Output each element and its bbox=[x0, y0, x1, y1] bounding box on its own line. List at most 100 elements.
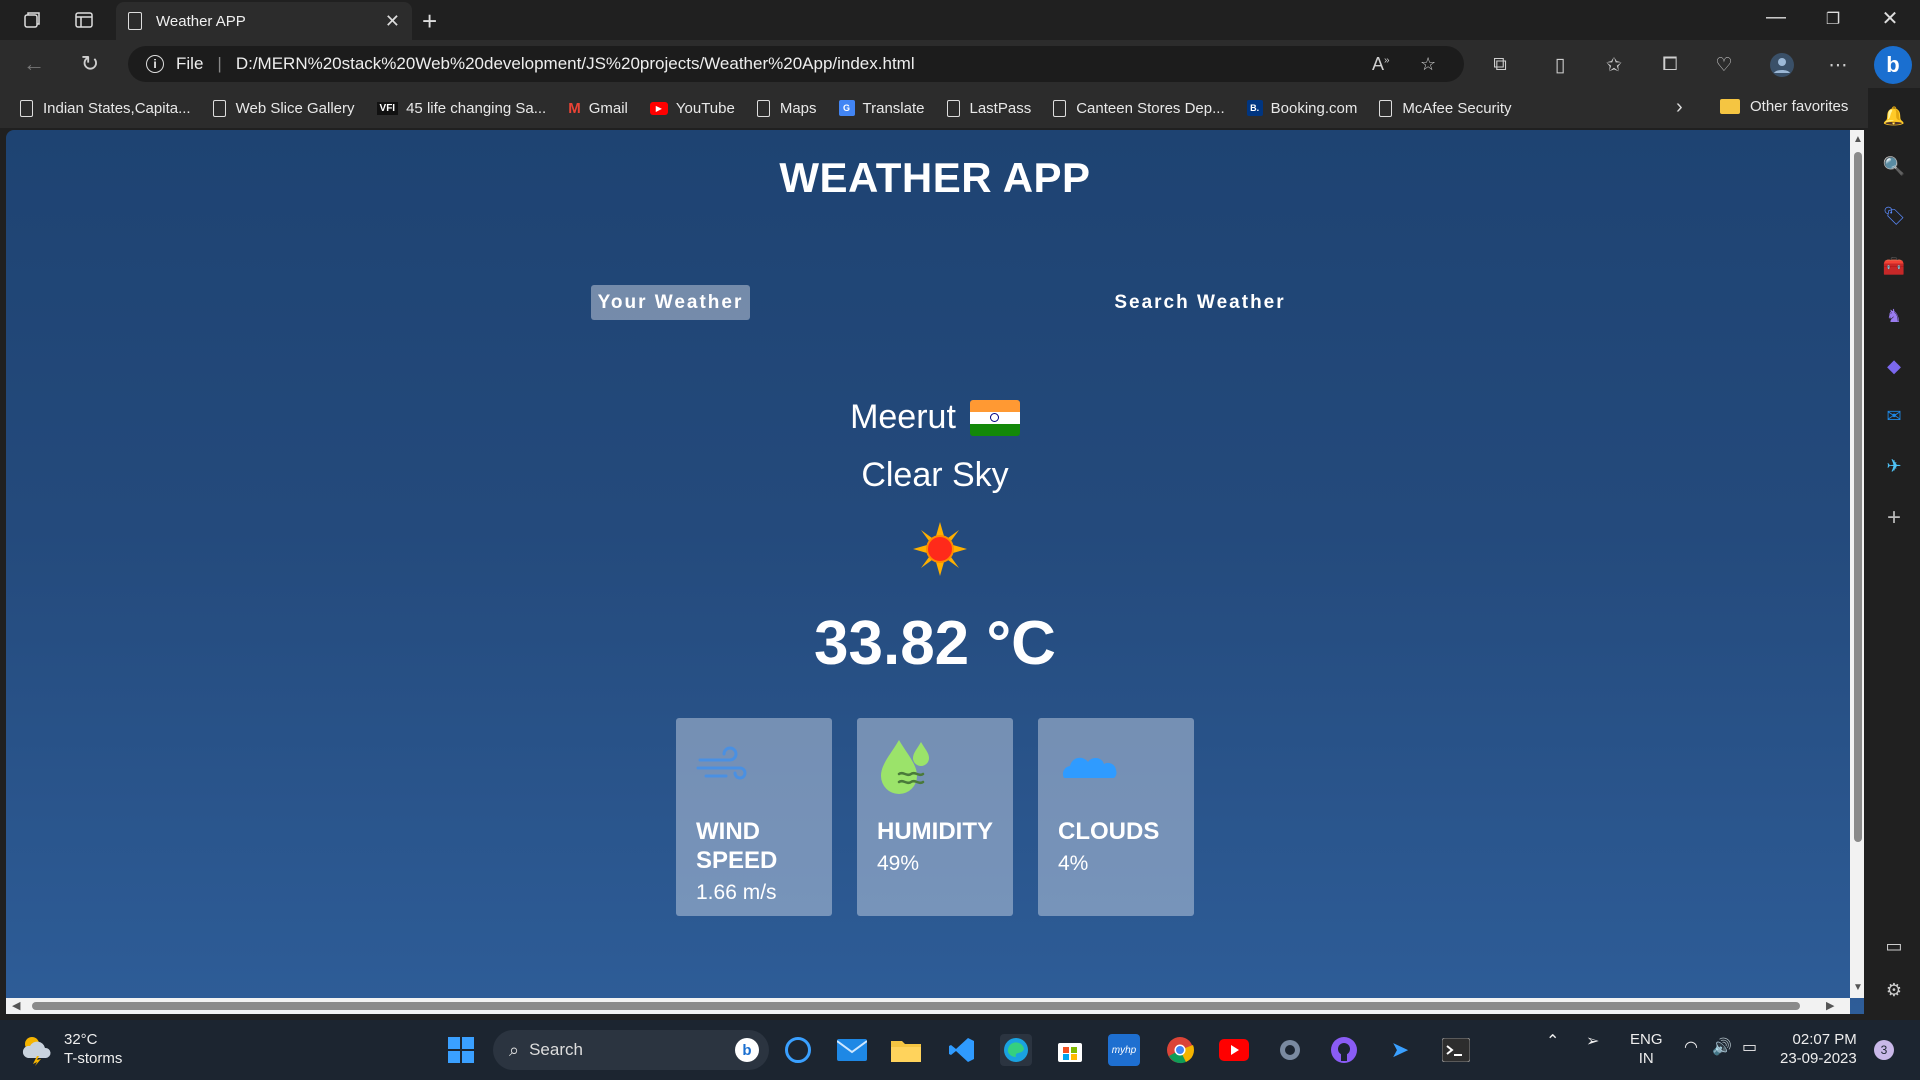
close-window-button[interactable]: ✕ bbox=[1870, 6, 1910, 31]
browser-tab[interactable]: Weather APP ✕ bbox=[116, 2, 412, 40]
chevron-right-icon[interactable]: › bbox=[1676, 96, 1683, 119]
notification-badge[interactable]: 3 bbox=[1874, 1040, 1894, 1060]
close-tab-icon[interactable]: ✕ bbox=[385, 11, 400, 32]
edge-icon[interactable] bbox=[1000, 1034, 1032, 1066]
bing-copilot-button[interactable]: b bbox=[1874, 46, 1912, 84]
tab-your-weather[interactable]: Your Weather bbox=[591, 285, 750, 320]
mail-icon[interactable] bbox=[836, 1034, 868, 1066]
favorite-item[interactable]: LastPass bbox=[946, 99, 1032, 117]
favorite-item[interactable]: Indian States,Capita... bbox=[20, 99, 191, 117]
read-aloud-icon[interactable]: A» bbox=[1372, 54, 1390, 75]
drop-icon[interactable]: ✈ bbox=[1882, 454, 1906, 478]
clouds-value: 4% bbox=[1058, 852, 1089, 875]
hide-sidebar-icon[interactable]: ▭ bbox=[1882, 934, 1906, 958]
clock[interactable]: 02:07 PM 23-09-2023 bbox=[1780, 1030, 1857, 1068]
back-arrow-icon[interactable]: ← bbox=[20, 50, 48, 78]
favorites-icon[interactable]: ✩ bbox=[1600, 51, 1628, 79]
myhp-icon[interactable]: myhp bbox=[1108, 1034, 1140, 1066]
vfi-logo-icon: VFI bbox=[376, 101, 399, 115]
more-options-icon[interactable]: ⋯ bbox=[1824, 51, 1852, 79]
flutter-icon[interactable]: ➤ bbox=[1384, 1034, 1416, 1066]
outlook-icon[interactable]: ✉ bbox=[1882, 404, 1906, 428]
favorite-item[interactable]: Maps bbox=[756, 99, 817, 117]
minimize-button[interactable]: — bbox=[1756, 6, 1796, 29]
location-icon[interactable]: ➢ bbox=[1586, 1032, 1599, 1051]
favorite-label: Translate bbox=[862, 99, 925, 117]
favorite-label: Maps bbox=[779, 99, 817, 117]
favorite-item[interactable]: B. Booking.com bbox=[1246, 100, 1357, 117]
info-icon[interactable]: i bbox=[146, 55, 164, 73]
youtube-app-icon[interactable] bbox=[1218, 1034, 1250, 1066]
taskbar-search[interactable]: ⌕ Search b bbox=[493, 1030, 769, 1070]
favorite-item[interactable]: VFI 45 life changing Sa... bbox=[376, 100, 546, 117]
vertical-scroll-thumb[interactable] bbox=[1854, 152, 1862, 842]
volume-icon[interactable]: 🔊 bbox=[1712, 1038, 1732, 1057]
scroll-down-arrow-icon[interactable]: ▼ bbox=[1853, 982, 1863, 993]
page-title: WEATHER APP bbox=[779, 154, 1091, 201]
chrome-icon[interactable] bbox=[1164, 1034, 1196, 1066]
navigation-bar: ← ↻ i File | D:/MERN%20stack%20Web%20dev… bbox=[0, 40, 1920, 88]
collections-icon[interactable]: ⧠ bbox=[1656, 51, 1684, 79]
microsoft-365-icon[interactable]: ◆ bbox=[1882, 354, 1906, 378]
profile-avatar[interactable] bbox=[1768, 51, 1796, 79]
horizontal-scroll-thumb[interactable] bbox=[32, 1002, 1800, 1010]
windows-start-icon[interactable] bbox=[445, 1034, 477, 1066]
weather-widget[interactable]: 32°C T-storms bbox=[20, 1030, 122, 1068]
games-icon[interactable]: ♞ bbox=[1882, 304, 1906, 328]
extensions-icon[interactable]: ⧉ bbox=[1486, 51, 1514, 79]
wifi-icon[interactable]: ◠ bbox=[1684, 1038, 1698, 1057]
clock-time: 02:07 PM bbox=[1792, 1031, 1857, 1048]
tab-actions-icon[interactable] bbox=[72, 8, 96, 32]
search-icon[interactable]: 🔍 bbox=[1882, 154, 1906, 178]
favorite-star-icon[interactable]: ☆ bbox=[1420, 54, 1436, 75]
address-bar[interactable]: i File | D:/MERN%20stack%20Web%20develop… bbox=[128, 46, 1464, 82]
favorite-item[interactable]: McAfee Security bbox=[1379, 99, 1512, 117]
sun-icon bbox=[913, 522, 967, 576]
language-indicator[interactable]: ENG IN bbox=[1630, 1030, 1663, 1068]
wind-value: 1.66 m/s bbox=[696, 881, 777, 904]
battery-icon[interactable]: ▭ bbox=[1742, 1038, 1757, 1057]
microsoft-store-icon[interactable] bbox=[1054, 1034, 1086, 1066]
horizontal-scrollbar[interactable]: ◀ ▶ bbox=[6, 998, 1850, 1014]
new-tab-button[interactable]: + bbox=[422, 6, 437, 37]
favorite-item[interactable]: Web Slice Gallery bbox=[212, 99, 355, 117]
settings-gear-icon[interactable]: ⚙ bbox=[1882, 978, 1906, 1002]
page-icon bbox=[128, 12, 142, 30]
shopping-tag-icon[interactable]: 🏷 bbox=[1882, 204, 1906, 228]
taskbar-search-label: Search bbox=[529, 1040, 583, 1059]
page-viewport: WEATHER APP Your Weather Search Weather … bbox=[6, 130, 1864, 1014]
title-bar: Weather APP ✕ + — ❐ ✕ bbox=[0, 0, 1920, 40]
restore-button[interactable]: ❐ bbox=[1813, 9, 1853, 29]
favorite-label: LastPass bbox=[969, 99, 1032, 117]
file-explorer-icon[interactable] bbox=[890, 1034, 922, 1066]
favorite-item[interactable]: G Translate bbox=[838, 99, 925, 117]
wind-speed-card: WIND SPEED 1.66 m/s bbox=[676, 718, 832, 916]
cortana-icon[interactable] bbox=[782, 1034, 814, 1066]
favorite-item[interactable]: ▶ YouTube bbox=[649, 100, 735, 117]
favorite-item[interactable]: Canteen Stores Dep... bbox=[1053, 99, 1225, 117]
scroll-up-arrow-icon[interactable]: ▲ bbox=[1853, 134, 1863, 145]
wind-label-1: WIND bbox=[696, 818, 760, 845]
scroll-left-arrow-icon[interactable]: ◀ bbox=[12, 999, 20, 1012]
notification-bell-icon[interactable]: 🔔 bbox=[1882, 104, 1906, 128]
favorites-bar: Indian States,Capita... Web Slice Galler… bbox=[0, 88, 1880, 128]
chevron-up-icon[interactable]: ⌃ bbox=[1546, 1032, 1559, 1051]
tools-icon[interactable]: 🧰 bbox=[1882, 254, 1906, 278]
page-icon bbox=[20, 99, 33, 117]
taskbar: 32°C T-storms ⌕ Search b myhp ➤ ⌃ ➢ ENG … bbox=[0, 1020, 1920, 1080]
refresh-icon[interactable]: ↻ bbox=[76, 50, 104, 78]
browser-essentials-icon[interactable]: ♡ bbox=[1710, 51, 1738, 79]
scroll-right-arrow-icon[interactable]: ▶ bbox=[1826, 999, 1834, 1012]
other-favorites[interactable]: Other favorites bbox=[1720, 98, 1848, 115]
vertical-scrollbar[interactable]: ▲ ▼ bbox=[1850, 130, 1864, 998]
vscode-icon[interactable] bbox=[946, 1034, 978, 1066]
terminal-icon[interactable] bbox=[1440, 1034, 1472, 1066]
tab-search-weather[interactable]: Search Weather bbox=[1102, 285, 1298, 320]
favorite-item[interactable]: M Gmail bbox=[568, 100, 628, 117]
workspaces-icon[interactable] bbox=[20, 8, 44, 32]
settings-icon[interactable] bbox=[1274, 1034, 1306, 1066]
split-screen-icon[interactable]: ▯ bbox=[1546, 51, 1574, 79]
github-icon[interactable] bbox=[1328, 1034, 1360, 1066]
booking-icon: B. bbox=[1246, 100, 1263, 116]
add-icon[interactable]: + bbox=[1882, 504, 1906, 531]
